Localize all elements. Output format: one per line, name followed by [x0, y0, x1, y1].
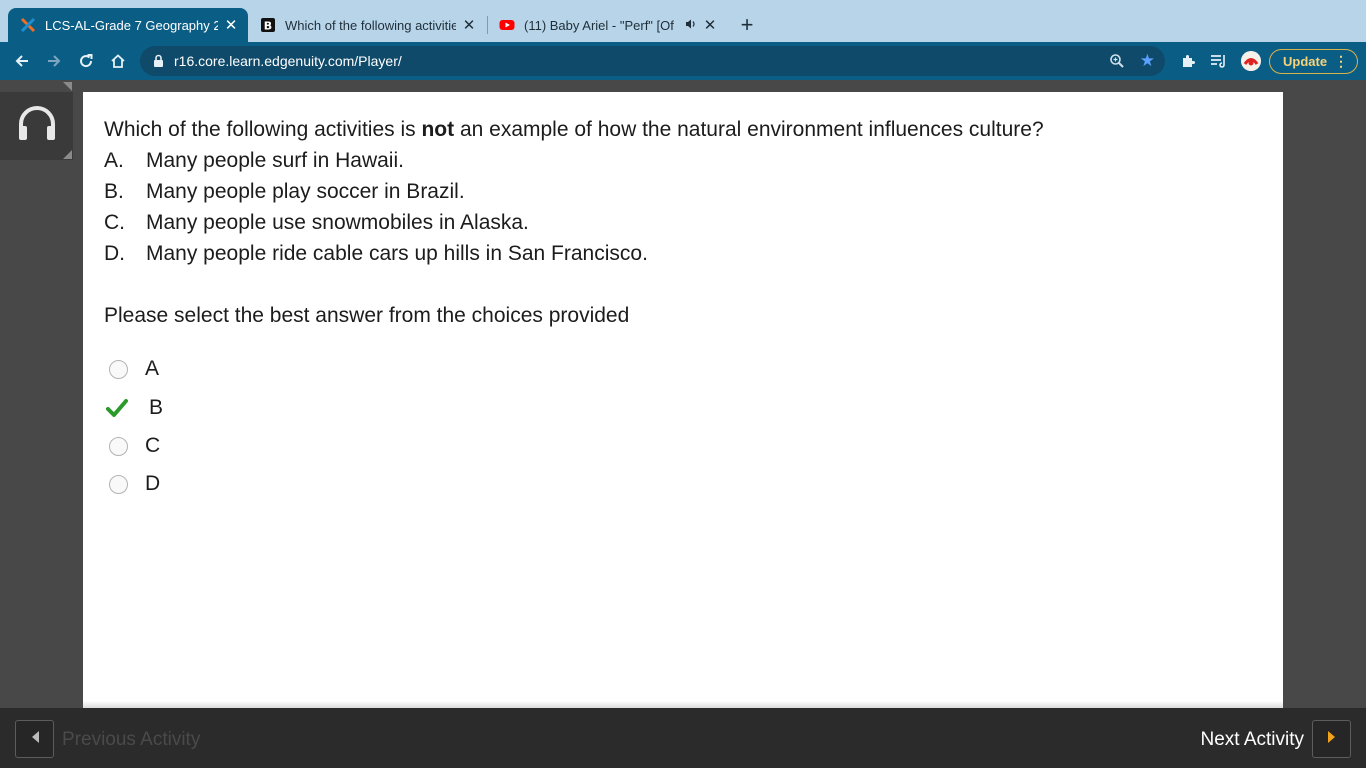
browser-toolbar: r16.core.learn.edgenuity.com/Player/ ★ U… — [0, 42, 1366, 80]
resize-corner-icon — [63, 150, 72, 159]
svg-text:B: B — [264, 20, 272, 33]
choice-a: A. Many people surf in Hawaii. — [104, 149, 404, 172]
player-right-gutter — [1283, 80, 1366, 708]
question-text: Which of the following activities is not… — [104, 118, 1044, 141]
bookmark-star-icon[interactable]: ★ — [1140, 51, 1155, 71]
resize-corner-icon — [63, 82, 72, 91]
answer-label[interactable]: C — [145, 434, 160, 458]
speaker-icon[interactable] — [685, 18, 697, 33]
instruction-text: Please select the best answer from the c… — [104, 304, 630, 327]
choice-c: C. Many people use snowmobiles in Alaska. — [104, 211, 529, 234]
previous-activity-button[interactable] — [15, 720, 54, 758]
triangle-left-icon — [30, 730, 40, 749]
reload-button[interactable] — [72, 47, 100, 75]
player-left-gutter — [0, 80, 83, 708]
url-text[interactable]: r16.core.learn.edgenuity.com/Player/ — [174, 53, 402, 69]
tab-title: Which of the following activitie — [285, 17, 456, 33]
headphones-icon — [15, 105, 59, 147]
new-tab-button[interactable]: + — [734, 12, 760, 38]
tab-title: (11) Baby Ariel - "Perf" [Of — [524, 17, 674, 33]
choice-d: D. Many people ride cable cars up hills i… — [104, 242, 648, 265]
answer-option-a[interactable]: A — [109, 357, 159, 381]
close-icon[interactable]: ✕ — [222, 16, 240, 34]
previous-activity-label[interactable]: Previous Activity — [62, 729, 200, 751]
brainly-b-icon: B — [260, 17, 276, 33]
profile-avatar[interactable] — [1241, 51, 1261, 71]
next-activity-button[interactable] — [1312, 720, 1351, 758]
answer-option-c[interactable]: C — [109, 434, 160, 458]
update-button[interactable]: Update ⋮ — [1269, 49, 1358, 74]
emphasis-not: not — [421, 118, 455, 141]
home-icon — [111, 54, 125, 68]
next-activity-label[interactable]: Next Activity — [1201, 729, 1304, 751]
youtube-icon — [499, 17, 515, 33]
address-bar[interactable]: r16.core.learn.edgenuity.com/Player/ ★ — [140, 46, 1165, 76]
answer-label[interactable]: D — [145, 472, 160, 496]
reload-icon — [80, 54, 93, 68]
answer-label[interactable]: B — [149, 396, 163, 420]
answer-option-b[interactable]: B — [106, 396, 163, 420]
activity-footer: Previous Activity Next Activity — [0, 708, 1366, 768]
update-label: Update — [1283, 54, 1328, 69]
answer-label[interactable]: A — [145, 357, 159, 381]
choice-b: B. Many people play soccer in Brazil. — [104, 180, 465, 203]
tab-title: LCS-AL-Grade 7 Geography 2( — [45, 17, 218, 33]
close-icon[interactable]: ✕ — [701, 16, 719, 34]
triangle-right-icon — [1327, 730, 1337, 749]
radio-button[interactable] — [109, 359, 128, 379]
back-arrow-icon — [15, 55, 28, 67]
content-bottom-edge — [83, 701, 1283, 708]
zoom-icon[interactable] — [1109, 53, 1125, 74]
tab-youtube[interactable]: (11) Baby Ariel - "Perf" [Of ✕ — [487, 8, 727, 42]
edgenuity-x-icon — [20, 17, 36, 33]
answer-option-d[interactable]: D — [109, 472, 160, 496]
browser-tabstrip: LCS-AL-Grade 7 Geography 2( ✕ B Which of… — [0, 0, 1366, 42]
forward-button[interactable] — [40, 47, 68, 75]
lock-icon[interactable] — [153, 54, 164, 73]
activity-content: Which of the following activities is not… — [83, 92, 1283, 708]
extensions-puzzle-icon[interactable] — [1178, 51, 1198, 71]
close-icon[interactable]: ✕ — [460, 16, 478, 34]
radio-button[interactable] — [109, 436, 128, 456]
home-button[interactable] — [104, 47, 132, 75]
checkmark-icon — [106, 398, 128, 418]
tab-edgenuity[interactable]: LCS-AL-Grade 7 Geography 2( ✕ — [8, 8, 248, 42]
tab-brainly[interactable]: B Which of the following activitie ✕ — [248, 8, 486, 42]
back-button[interactable] — [8, 47, 36, 75]
forward-arrow-icon — [48, 55, 61, 67]
reading-list-icon[interactable] — [1209, 51, 1229, 71]
radio-button[interactable] — [109, 474, 128, 494]
more-vert-icon: ⋮ — [1334, 53, 1348, 69]
